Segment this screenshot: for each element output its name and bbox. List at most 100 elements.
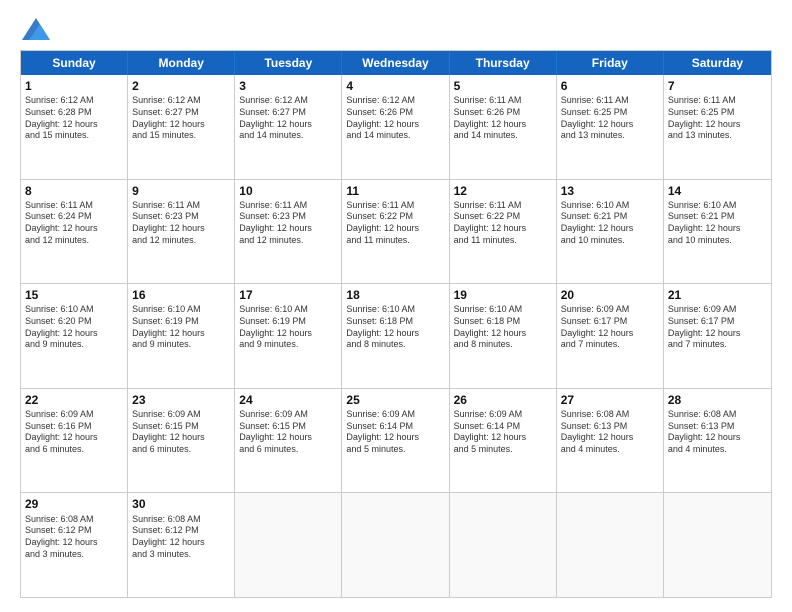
day-number: 16 [132,287,230,303]
day-info: and 13 minutes. [668,130,767,142]
day-info: Daylight: 12 hours [454,432,552,444]
day-info: Daylight: 12 hours [346,328,444,340]
day-info: Sunset: 6:27 PM [239,107,337,119]
day-info: Daylight: 12 hours [561,328,659,340]
day-info: Daylight: 12 hours [132,328,230,340]
table-row: 5Sunrise: 6:11 AMSunset: 6:26 PMDaylight… [450,75,557,179]
day-info: and 7 minutes. [561,339,659,351]
day-info: and 6 minutes. [25,444,123,456]
day-info: and 4 minutes. [561,444,659,456]
header-saturday: Saturday [664,51,771,75]
table-row: 19Sunrise: 6:10 AMSunset: 6:18 PMDayligh… [450,284,557,388]
table-row: 21Sunrise: 6:09 AMSunset: 6:17 PMDayligh… [664,284,771,388]
day-info: and 4 minutes. [668,444,767,456]
table-row: 22Sunrise: 6:09 AMSunset: 6:16 PMDayligh… [21,389,128,493]
day-info: Daylight: 12 hours [561,432,659,444]
day-info: Sunrise: 6:11 AM [454,200,552,212]
day-info: Sunrise: 6:10 AM [668,200,767,212]
day-info: and 11 minutes. [454,235,552,247]
day-info: Sunset: 6:19 PM [239,316,337,328]
day-info: Sunrise: 6:12 AM [132,95,230,107]
table-row: 24Sunrise: 6:09 AMSunset: 6:15 PMDayligh… [235,389,342,493]
calendar-row: 15Sunrise: 6:10 AMSunset: 6:20 PMDayligh… [21,283,771,388]
day-info: Sunrise: 6:08 AM [561,409,659,421]
calendar-body: 1Sunrise: 6:12 AMSunset: 6:28 PMDaylight… [21,75,771,597]
day-info: Sunset: 6:12 PM [25,525,123,537]
header-tuesday: Tuesday [235,51,342,75]
day-info: Sunset: 6:21 PM [668,211,767,223]
day-info: Sunset: 6:13 PM [561,421,659,433]
day-info: Daylight: 12 hours [132,223,230,235]
day-number: 18 [346,287,444,303]
header-wednesday: Wednesday [342,51,449,75]
day-info: Sunset: 6:12 PM [132,525,230,537]
day-info: and 14 minutes. [239,130,337,142]
table-row: 4Sunrise: 6:12 AMSunset: 6:26 PMDaylight… [342,75,449,179]
day-info: Daylight: 12 hours [454,119,552,131]
table-row: 3Sunrise: 6:12 AMSunset: 6:27 PMDaylight… [235,75,342,179]
day-number: 26 [454,392,552,408]
table-row: 14Sunrise: 6:10 AMSunset: 6:21 PMDayligh… [664,180,771,284]
table-row: 17Sunrise: 6:10 AMSunset: 6:19 PMDayligh… [235,284,342,388]
table-row: 6Sunrise: 6:11 AMSunset: 6:25 PMDaylight… [557,75,664,179]
table-row: 29Sunrise: 6:08 AMSunset: 6:12 PMDayligh… [21,493,128,597]
day-number: 11 [346,183,444,199]
day-info: Sunset: 6:14 PM [346,421,444,433]
day-info: Daylight: 12 hours [132,537,230,549]
day-number: 27 [561,392,659,408]
day-info: Sunrise: 6:11 AM [239,200,337,212]
day-info: Daylight: 12 hours [25,537,123,549]
day-info: and 9 minutes. [132,339,230,351]
table-row: 1Sunrise: 6:12 AMSunset: 6:28 PMDaylight… [21,75,128,179]
calendar: Sunday Monday Tuesday Wednesday Thursday… [20,50,772,598]
day-number: 6 [561,78,659,94]
calendar-row: 1Sunrise: 6:12 AMSunset: 6:28 PMDaylight… [21,75,771,179]
day-number: 19 [454,287,552,303]
table-row: 30Sunrise: 6:08 AMSunset: 6:12 PMDayligh… [128,493,235,597]
day-info: Daylight: 12 hours [454,328,552,340]
day-number: 14 [668,183,767,199]
day-info: Daylight: 12 hours [668,328,767,340]
table-row: 10Sunrise: 6:11 AMSunset: 6:23 PMDayligh… [235,180,342,284]
day-info: and 6 minutes. [132,444,230,456]
day-number: 13 [561,183,659,199]
day-info: Sunset: 6:14 PM [454,421,552,433]
table-row: 16Sunrise: 6:10 AMSunset: 6:19 PMDayligh… [128,284,235,388]
logo-icon [22,18,50,40]
day-info: Sunrise: 6:11 AM [561,95,659,107]
day-info: Daylight: 12 hours [239,119,337,131]
day-info: Sunrise: 6:09 AM [25,409,123,421]
table-row [450,493,557,597]
day-info: Daylight: 12 hours [132,432,230,444]
day-info: and 15 minutes. [132,130,230,142]
table-row [557,493,664,597]
day-info: Daylight: 12 hours [454,223,552,235]
day-info: Sunset: 6:26 PM [454,107,552,119]
day-info: and 8 minutes. [454,339,552,351]
day-number: 24 [239,392,337,408]
day-info: and 14 minutes. [346,130,444,142]
table-row [235,493,342,597]
header-sunday: Sunday [21,51,128,75]
day-info: Sunrise: 6:11 AM [668,95,767,107]
day-info: and 12 minutes. [239,235,337,247]
day-number: 23 [132,392,230,408]
table-row: 2Sunrise: 6:12 AMSunset: 6:27 PMDaylight… [128,75,235,179]
day-info: Daylight: 12 hours [346,432,444,444]
day-info: Sunset: 6:18 PM [346,316,444,328]
day-info: Sunset: 6:17 PM [668,316,767,328]
calendar-row: 22Sunrise: 6:09 AMSunset: 6:16 PMDayligh… [21,388,771,493]
day-info: Daylight: 12 hours [239,432,337,444]
day-number: 21 [668,287,767,303]
day-info: and 5 minutes. [346,444,444,456]
table-row: 23Sunrise: 6:09 AMSunset: 6:15 PMDayligh… [128,389,235,493]
table-row [664,493,771,597]
day-info: Daylight: 12 hours [239,223,337,235]
header-monday: Monday [128,51,235,75]
calendar-header: Sunday Monday Tuesday Wednesday Thursday… [21,51,771,75]
day-info: Daylight: 12 hours [25,119,123,131]
day-number: 7 [668,78,767,94]
header-thursday: Thursday [450,51,557,75]
day-number: 28 [668,392,767,408]
day-info: and 7 minutes. [668,339,767,351]
